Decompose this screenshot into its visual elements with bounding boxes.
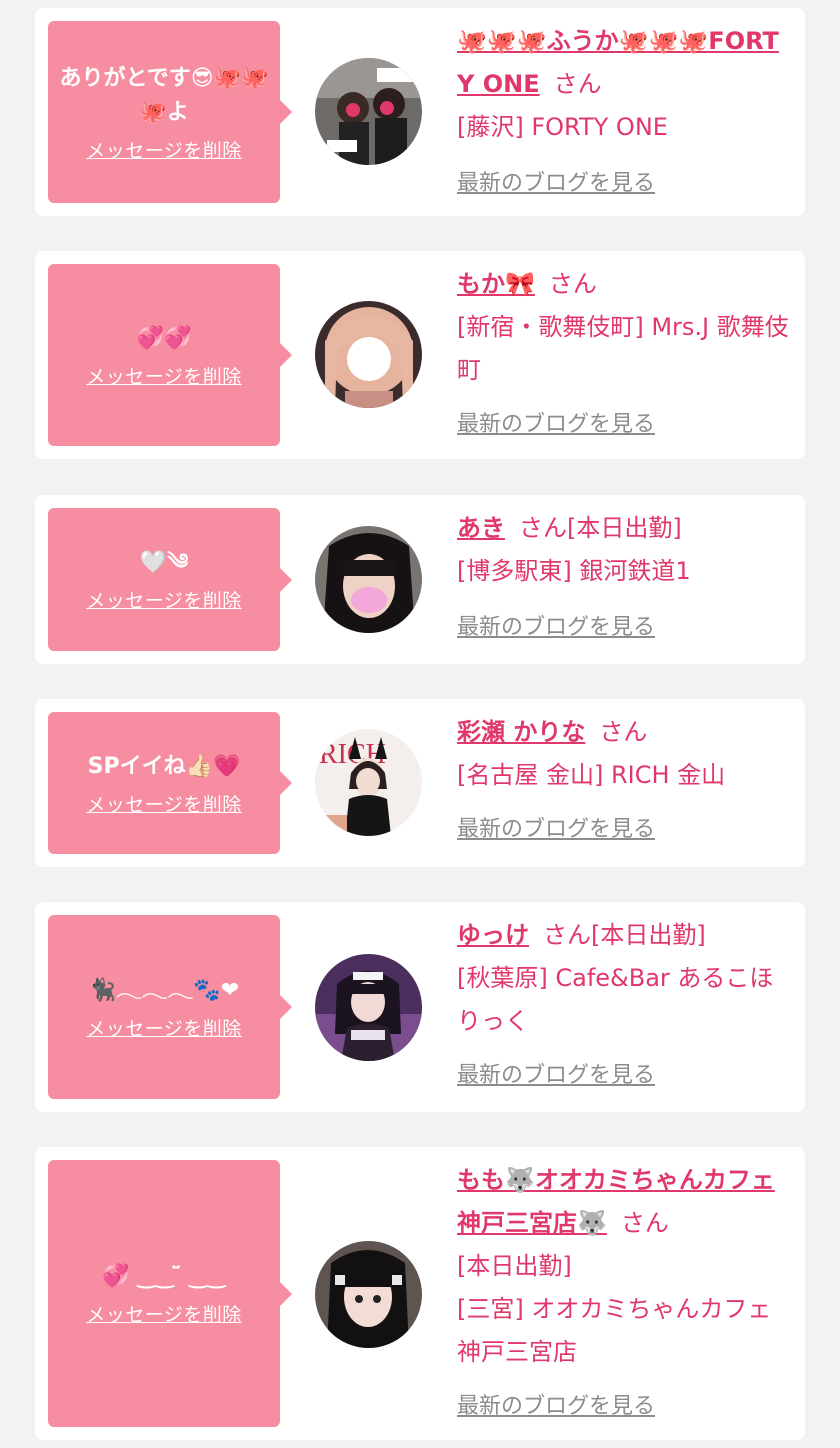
girl-name-link[interactable]: 🐙🐙🐙ふうか🐙🐙🐙FORTY ONE	[457, 27, 779, 98]
avatar[interactable]	[315, 301, 422, 408]
delete-message-link[interactable]: メッセージを削除	[86, 1300, 242, 1327]
girl-info: もか🎀 さん [新宿・歌舞伎町] Mrs.J 歌舞伎町 最新のブログを見る	[457, 263, 792, 446]
honorific: さん	[519, 514, 567, 542]
message-list: ありがとです😎🐙🐙🐙よ メッセージを削除 🐙🐙🐙ふうか🐙🐙🐙FORTY ONE さ…	[0, 0, 840, 1448]
girl-name-link[interactable]: ゆっけ	[457, 921, 529, 949]
girl-name-link[interactable]: 彩瀬 かりな	[457, 718, 585, 746]
honorific: さん	[548, 270, 597, 298]
girl-name-link[interactable]: あき	[457, 514, 505, 542]
avatar[interactable]: RICH	[315, 729, 422, 836]
message-text: SPイイね👍🏻💗	[87, 753, 241, 779]
message-bubble: 🐈‍⬛𓂃𓂃𓂃🐾❤ メッセージを削除	[48, 915, 292, 1099]
shop-text: [三宮] オオカミちゃんカフェ神戸三宮店	[457, 1295, 772, 1366]
avatar-photo	[315, 301, 422, 408]
message-bubble: ありがとです😎🐙🐙🐙よ メッセージを削除	[48, 21, 292, 203]
girl-name-link[interactable]: もか🎀	[457, 270, 535, 298]
shop-text: [名古屋 金山] RICH 金山	[457, 761, 726, 789]
shop-text: [博多駅東] 銀河鉄道1	[457, 557, 691, 585]
message-card: SPイイね👍🏻💗 メッセージを削除 RICH 彩瀬 かりなさん [名古屋 金山]…	[35, 699, 805, 867]
girl-info: あき さん[本日出勤] [博多駅東] 銀河鉄道1 最新のブログを見る	[457, 507, 792, 649]
blog-link[interactable]: 最新のブログを見る	[457, 1385, 655, 1428]
message-bubble: 💞💞 メッセージを削除	[48, 264, 292, 446]
avatar-photo	[315, 1241, 422, 1348]
avatar[interactable]	[315, 954, 422, 1061]
girl-info: もも🐺オオカミちゃんカフェ神戸三宮店🐺 さん [本日出勤] [三宮] オオカミちゃ…	[457, 1159, 792, 1428]
avatar[interactable]	[315, 1241, 422, 1348]
message-text: 💞💞	[136, 325, 192, 351]
message-text: 💞 ‿‿ ̆̈ ‿‿	[102, 1264, 226, 1289]
message-text: ありがとです😎🐙🐙🐙よ	[59, 65, 269, 125]
girl-info: 彩瀬 かりな さん [名古屋 金山] RICH 金山 最新のブログを見る	[457, 711, 792, 851]
delete-message-link[interactable]: メッセージを削除	[86, 1014, 242, 1041]
honorific: さん	[599, 718, 648, 746]
message-card: 🐈‍⬛𓂃𓂃𓂃🐾❤ メッセージを削除 ゆっけ さん[本日出勤] [秋葉原] Cafe…	[35, 902, 805, 1112]
shop-text: [秋葉原] Cafe&Bar あるこほりっく	[457, 964, 774, 1035]
delete-message-link[interactable]: メッセージを削除	[86, 586, 242, 613]
avatar-photo: RICH	[315, 729, 422, 836]
shop-text: [新宿・歌舞伎町] Mrs.J 歌舞伎町	[457, 313, 789, 384]
blog-link[interactable]: 最新のブログを見る	[457, 162, 655, 205]
message-card: 💞💞 メッセージを削除 もか🎀 さん [新宿・歌舞伎町] Mrs.J 歌舞伎町 最…	[35, 251, 805, 459]
delete-message-link[interactable]: メッセージを削除	[86, 136, 242, 163]
status-text: [本日出勤]	[457, 1252, 572, 1280]
shop-text: [藤沢] FORTY ONE	[457, 113, 668, 141]
message-bubble: 🤍༄ メッセージを削除	[48, 508, 292, 651]
avatar-photo	[315, 526, 422, 633]
message-bubble: SPイイね👍🏻💗 メッセージを削除	[48, 712, 292, 854]
blog-link[interactable]: 最新のブログを見る	[457, 403, 655, 446]
delete-message-link[interactable]: メッセージを削除	[86, 362, 242, 389]
blog-link[interactable]: 最新のブログを見る	[457, 808, 655, 851]
message-card: ありがとです😎🐙🐙🐙よ メッセージを削除 🐙🐙🐙ふうか🐙🐙🐙FORTY ONE さ…	[35, 8, 805, 216]
girl-name-link[interactable]: もも🐺オオカミちゃんカフェ神戸三宮店🐺	[457, 1166, 775, 1237]
avatar[interactable]	[315, 58, 422, 165]
delete-message-link[interactable]: メッセージを削除	[86, 790, 242, 817]
status-text: [本日出勤]	[567, 514, 682, 542]
message-bubble: 💞 ‿‿ ̆̈ ‿‿ メッセージを削除	[48, 1160, 292, 1427]
girl-info: ゆっけ さん[本日出勤] [秋葉原] Cafe&Bar あるこほりっく 最新のブロ…	[457, 914, 792, 1097]
honorific: さん	[620, 1209, 669, 1237]
avatar-photo	[315, 954, 422, 1061]
avatar[interactable]	[315, 526, 422, 633]
message-text: 🤍༄	[139, 550, 189, 575]
message-card: 🤍༄ メッセージを削除 あき さん[本日出勤] [博多駅東] 銀河鉄道1 最新のブ…	[35, 495, 805, 664]
message-text: 🐈‍⬛𓂃𓂃𓂃🐾❤	[88, 977, 240, 1003]
girl-info: 🐙🐙🐙ふうか🐙🐙🐙FORTY ONE さん [藤沢] FORTY ONE 最新のブ…	[457, 20, 792, 205]
honorific: さん	[553, 70, 602, 98]
avatar-photo	[315, 58, 422, 165]
message-card: 💞 ‿‿ ̆̈ ‿‿ メッセージを削除 もも🐺オオカミちゃんカフェ神戸三宮店🐺 さ…	[35, 1147, 805, 1440]
honorific: さん	[543, 921, 591, 949]
blog-link[interactable]: 最新のブログを見る	[457, 1054, 655, 1097]
blog-link[interactable]: 最新のブログを見る	[457, 606, 655, 649]
status-text: [本日出勤]	[591, 921, 706, 949]
